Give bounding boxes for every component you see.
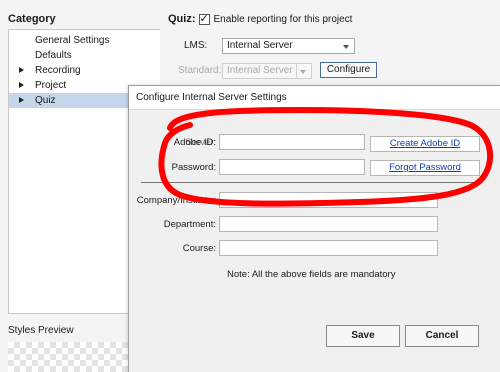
tree-item-label: Quiz — [35, 95, 56, 106]
standard-select-value: Internal Server — [227, 65, 293, 76]
quiz-reporting-row: Quiz: Enable reporting for this project — [168, 12, 353, 26]
category-heading: Category — [8, 13, 56, 25]
tree-item-label: Project — [35, 80, 67, 91]
chevron-down-icon — [343, 45, 349, 49]
dialog-divider — [141, 182, 481, 183]
tree-item-label: Defaults — [35, 50, 72, 61]
create-adobe-id-link[interactable]: Create Adobe ID — [370, 136, 480, 152]
lms-select[interactable]: Internal Server — [222, 38, 355, 54]
forgot-password-link[interactable]: Forgot Password — [370, 160, 480, 176]
enable-reporting-checkbox[interactable] — [198, 12, 210, 25]
save-button[interactable]: Save — [326, 325, 400, 347]
mandatory-note: Note: All the above fields are mandatory — [227, 269, 396, 280]
expand-arrow-icon[interactable] — [19, 67, 24, 73]
standard-select[interactable]: Internal Server — [222, 63, 312, 79]
chevron-down-icon — [300, 70, 306, 74]
tree-item-defaults[interactable]: Defaults — [9, 48, 161, 63]
tree-item-general-settings[interactable]: General Settings — [9, 33, 161, 48]
styles-preview-label: Styles Preview — [8, 325, 74, 336]
course-input[interactable] — [219, 240, 438, 256]
password-label: Password: — [171, 162, 216, 173]
configure-button[interactable]: Configure — [320, 62, 377, 78]
enable-reporting-label: Enable reporting for this project — [213, 13, 353, 25]
standard-label: Standard: — [178, 65, 222, 76]
lms-select-value: Internal Server — [227, 40, 293, 51]
adobe-id-input[interactable] — [219, 134, 365, 150]
tree-item-label: Recording — [35, 65, 81, 76]
company-input[interactable] — [219, 192, 438, 208]
cancel-button[interactable]: Cancel — [405, 325, 479, 347]
styles-preview-canvas — [8, 342, 128, 372]
company-label: Company/Institute: — [136, 195, 216, 206]
dialog-titlebar[interactable]: Configure Internal Server Settings — [129, 86, 500, 110]
tree-item-recording[interactable]: Recording — [9, 63, 161, 78]
expand-arrow-icon[interactable] — [19, 82, 24, 88]
password-input[interactable] — [219, 159, 365, 175]
dialog-title: Configure Internal Server Settings — [136, 92, 287, 103]
department-input[interactable] — [219, 216, 438, 232]
select-separator — [296, 64, 297, 78]
tree-item-label: General Settings — [35, 35, 110, 46]
adobe-id-overlap-label: Server: — [185, 137, 216, 148]
course-label: Course: — [182, 243, 216, 254]
quiz-label: Quiz: — [168, 13, 196, 25]
lms-label: LMS: — [184, 40, 208, 51]
expand-arrow-icon[interactable] — [19, 97, 24, 103]
department-label: Department: — [163, 219, 216, 230]
